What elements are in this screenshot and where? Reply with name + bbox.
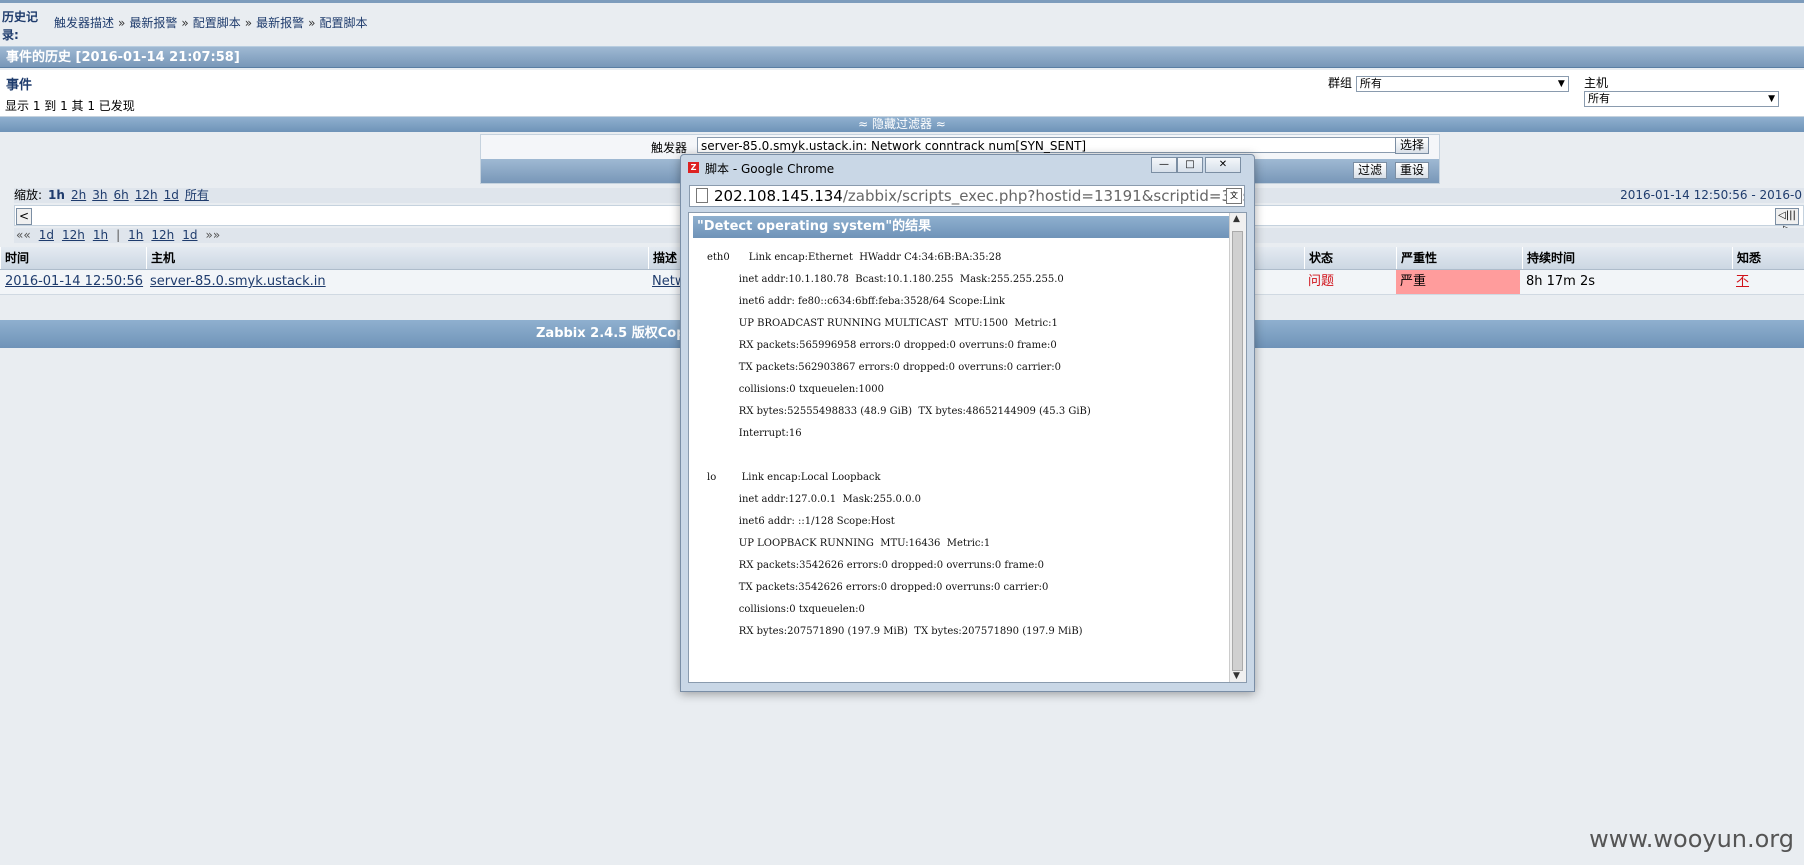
top-border xyxy=(0,0,1804,3)
events-section: 事件 显示 1 到 1 其 1 已发现 群组 所有 ▼ 主机 所有 ▼ xyxy=(0,70,1804,117)
crumb-trigger-description[interactable]: 触发器描述 xyxy=(54,16,114,30)
translate-icon[interactable]: 文 xyxy=(1226,188,1242,204)
zoom-1d[interactable]: 1d xyxy=(164,188,179,202)
footer-text: Zabbix 2.4.5 版权Copy xyxy=(536,326,694,341)
col-status[interactable]: 状态 xyxy=(1304,247,1396,269)
reset-button[interactable]: 重设 xyxy=(1395,162,1430,179)
history-label: 历史记录: xyxy=(2,10,39,42)
history-breadcrumb: 历史记录: 触发器描述» 最新报警» 配置脚本» 最新报警» 配置脚本 xyxy=(2,8,1802,44)
group-selector: 群组 所有 ▼ xyxy=(1328,74,1569,92)
event-host-link[interactable]: server-85.0.smyk.ustack.in xyxy=(150,274,326,289)
scroll-left-button[interactable]: < xyxy=(16,208,32,225)
scroll-thumb[interactable] xyxy=(1232,231,1243,671)
scroll-handle[interactable]: ◁|||▷ xyxy=(1775,208,1799,235)
script-output: eth0 Link encap:Ethernet HWaddr C4:34:6B… xyxy=(707,252,1091,637)
ack-link[interactable]: 不 xyxy=(1736,274,1749,289)
zoom-12h[interactable]: 12h xyxy=(135,188,158,202)
page-icon xyxy=(696,188,708,203)
status-badge: 问题 xyxy=(1308,274,1335,289)
period-fwd-1d[interactable]: 1d xyxy=(182,228,197,242)
col-severity[interactable]: 严重性 xyxy=(1396,247,1522,269)
time-range: 2016-01-14 12:50:56 - 2016-0 xyxy=(1620,188,1802,202)
select-button[interactable]: 选择 xyxy=(1395,137,1430,154)
result-title: "Detect operating system"的结果 xyxy=(693,216,1229,238)
crumb-separator: » xyxy=(118,16,126,30)
event-duration: 8h 17m 2s xyxy=(1526,274,1596,289)
crumb-config-script-2[interactable]: 配置脚本 xyxy=(319,16,367,30)
scroll-down-icon[interactable]: ▼ xyxy=(1233,671,1240,681)
close-button[interactable]: ✕ xyxy=(1205,157,1241,173)
address-bar[interactable]: 202.108.145.134/zabbix/scripts_exec.php?… xyxy=(689,185,1245,207)
host-select[interactable]: 所有 ▼ xyxy=(1584,91,1779,107)
period-back-12h[interactable]: 12h xyxy=(62,228,85,242)
zoom-1h[interactable]: 1h xyxy=(48,188,65,202)
zoom-6h[interactable]: 6h xyxy=(113,188,128,202)
zoom-all[interactable]: 所有 xyxy=(185,188,209,202)
crumb-separator: » xyxy=(181,16,189,30)
host-select-value: 所有 xyxy=(1588,92,1610,105)
page-title: 事件的历史 [2016-01-14 21:07:58] xyxy=(0,46,1804,68)
group-label: 群组 xyxy=(1328,76,1353,90)
events-heading: 事件 xyxy=(6,78,33,93)
trigger-input[interactable]: server-85.0.smyk.ustack.in: Network conn… xyxy=(697,137,1401,153)
popup-scrollbar[interactable]: ▲ ▼ xyxy=(1229,213,1246,682)
url-host: 202.108.145.134 xyxy=(714,187,843,205)
group-select[interactable]: 所有 ▼ xyxy=(1355,75,1569,92)
col-duration[interactable]: 持续时间 xyxy=(1522,247,1732,269)
script-popup-window: Z 脚本 - Google Chrome — □ ✕ 202.108.145.1… xyxy=(680,154,1255,692)
popup-content: "Detect operating system"的结果 eth0 Link e… xyxy=(688,212,1247,683)
col-ack[interactable]: 知悉 xyxy=(1732,247,1804,269)
period-fwd-12h[interactable]: 12h xyxy=(151,228,174,242)
zoom-3h[interactable]: 3h xyxy=(92,188,107,202)
chevron-down-icon: ▼ xyxy=(1557,78,1565,89)
crumb-separator: » xyxy=(244,16,253,30)
col-time[interactable]: 时间 xyxy=(0,247,146,269)
zabbix-icon: Z xyxy=(688,162,699,173)
url-path: /zabbix/scripts_exec.php?hostid=13191&sc… xyxy=(842,187,1245,205)
hide-filter-toggle[interactable]: ≈ 隐藏过滤器 ≈ xyxy=(0,117,1804,132)
period-back-1d[interactable]: 1d xyxy=(39,228,54,242)
host-selector: 主机 所有 ▼ xyxy=(1584,74,1804,107)
zoom-2h[interactable]: 2h xyxy=(71,188,86,202)
col-host[interactable]: 主机 xyxy=(146,247,648,269)
period-separator: | xyxy=(116,228,121,242)
maximize-button[interactable]: □ xyxy=(1177,157,1203,173)
display-count: 显示 1 到 1 其 1 已发现 xyxy=(5,99,135,113)
filter-button[interactable]: 过滤 xyxy=(1353,162,1388,179)
minimize-button[interactable]: — xyxy=(1151,157,1177,173)
popup-title: 脚本 - Google Chrome xyxy=(705,162,835,176)
period-prev[interactable]: «« xyxy=(16,228,31,242)
watermark: www.wooyun.org xyxy=(1589,825,1794,853)
crumb-latest-alerts-2[interactable]: 最新报警 xyxy=(256,16,304,30)
crumb-config-script[interactable]: 配置脚本 xyxy=(193,16,241,30)
zoom-label: 缩放: xyxy=(14,188,43,202)
host-label: 主机 xyxy=(1584,76,1609,90)
crumb-separator: » xyxy=(308,16,316,30)
scroll-up-icon[interactable]: ▲ xyxy=(1233,214,1240,224)
period-fwd-1h[interactable]: 1h xyxy=(128,228,143,242)
crumb-latest-alerts[interactable]: 最新报警 xyxy=(129,16,177,30)
event-time-link[interactable]: 2016-01-14 12:50:56 xyxy=(5,274,143,289)
period-back-1h[interactable]: 1h xyxy=(93,228,108,242)
breadcrumb: 触发器描述» 最新报警» 配置脚本» 最新报警» 配置脚本 xyxy=(54,14,367,31)
severity-badge: 严重 xyxy=(1396,270,1520,294)
period-next[interactable]: »» xyxy=(206,228,221,242)
popup-titlebar[interactable]: Z 脚本 - Google Chrome — □ ✕ xyxy=(681,155,1254,179)
group-select-value: 所有 xyxy=(1359,76,1382,90)
chevron-down-icon: ▼ xyxy=(1768,94,1775,104)
